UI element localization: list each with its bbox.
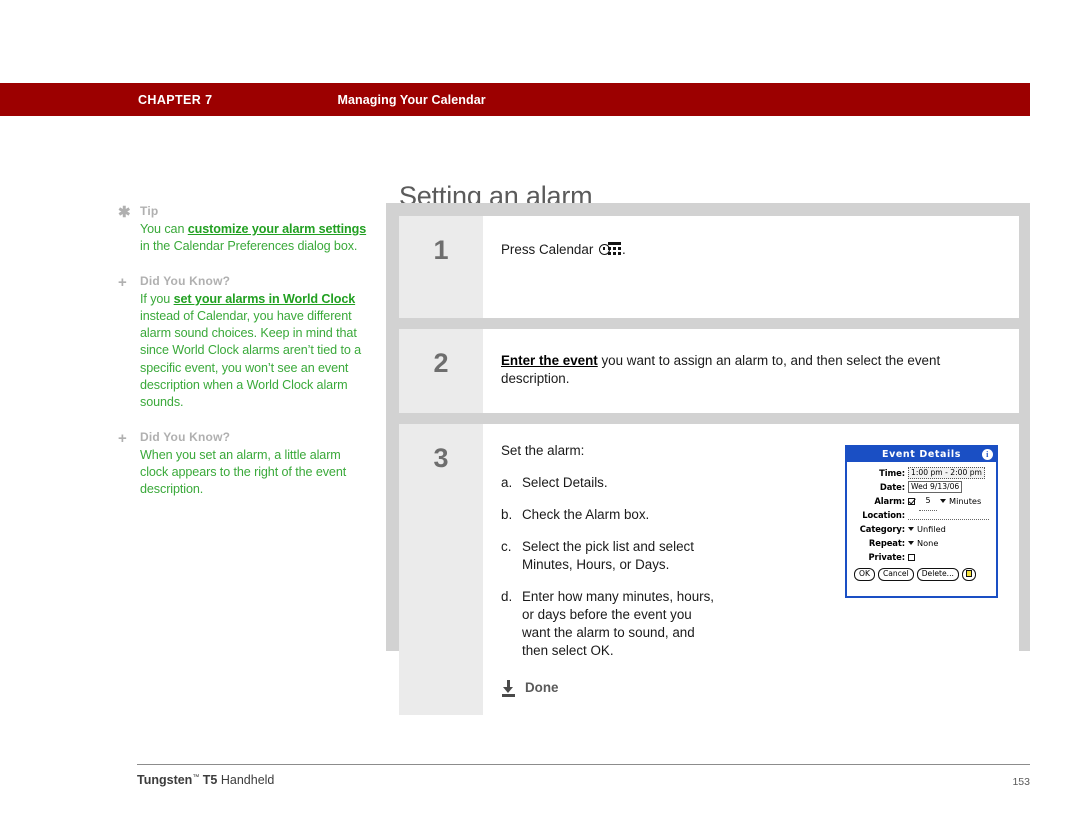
- chevron-down-icon[interactable]: [908, 527, 914, 531]
- page-number: 153: [1012, 776, 1030, 788]
- info-icon[interactable]: i: [982, 449, 993, 460]
- steps-panel: 1 Press Calendar . 2 Enter the event you…: [386, 203, 1030, 715]
- asterisk-icon: ✱: [118, 204, 131, 221]
- step-number: 2: [399, 329, 483, 413]
- step-text-trailing: .: [622, 242, 626, 257]
- tip-text-part: If you: [140, 291, 174, 306]
- footer-product: Tungsten™ T5 Handheld: [137, 773, 274, 787]
- location-field[interactable]: [908, 510, 989, 520]
- footer-product-suffix: Handheld: [217, 773, 275, 787]
- tip-text: You can customize your alarm settings in…: [140, 221, 370, 256]
- download-arrow-icon: [501, 679, 516, 697]
- alarm-checkbox[interactable]: [908, 497, 915, 505]
- footer-product-name: Tungsten: [137, 773, 193, 787]
- tip-text: If you set your alarms in World Clock in…: [140, 291, 370, 412]
- tip-block-2: + Did You Know? If you set your alarms i…: [118, 273, 370, 412]
- step-number: 1: [399, 216, 483, 318]
- sublist-label: a.: [501, 475, 513, 490]
- chapter-label: CHAPTER 7: [138, 92, 213, 107]
- sublist-text: Enter how many minutes, hours, or days b…: [522, 589, 715, 658]
- delete-button[interactable]: Delete...: [916, 568, 959, 581]
- tip-heading: Did You Know?: [140, 273, 231, 288]
- tip-text-part: in the Calendar Preferences dialog box.: [140, 239, 358, 254]
- cancel-button[interactable]: Cancel: [877, 568, 914, 581]
- alarm-unit-label[interactable]: Minutes: [949, 492, 981, 510]
- tip-heading: Tip: [140, 204, 159, 218]
- step-content: Press Calendar .: [483, 216, 1019, 318]
- sublist-text: Select the pick list and select Minutes,…: [522, 539, 694, 572]
- plus-icon: +: [118, 429, 127, 447]
- footer-divider: [137, 764, 1030, 765]
- tip-heading: Did You Know?: [140, 429, 231, 444]
- done-indicator: Done: [501, 679, 1001, 697]
- sublist-label: b.: [501, 507, 513, 522]
- dialog-title: Event Details: [882, 449, 961, 460]
- note-button[interactable]: [961, 568, 976, 581]
- step-row-1: 1 Press Calendar .: [399, 216, 1019, 318]
- step-text: Press Calendar: [501, 242, 598, 257]
- tip-text-part: instead of Calendar, you have different …: [140, 308, 362, 410]
- tip-text-part: You can: [140, 222, 188, 236]
- plus-icon: +: [118, 273, 127, 291]
- tip-link-customize-alarm-settings[interactable]: customize your alarm settings: [188, 222, 366, 236]
- list-item: d. Enter how many minutes, hours, or day…: [501, 588, 1001, 660]
- chapter-header-bar: CHAPTER 7 Managing Your Calendar: [0, 83, 1030, 116]
- note-icon: [965, 570, 972, 577]
- tip-block-1: ✱ Tip You can customize your alarm setti…: [118, 203, 370, 256]
- step-link-enter-the-event[interactable]: Enter the event: [501, 353, 598, 368]
- alarm-amount-field[interactable]: 5: [919, 492, 937, 511]
- chevron-down-icon[interactable]: [940, 499, 946, 503]
- repeat-value[interactable]: None: [917, 534, 938, 552]
- tip-link-set-alarms-world-clock[interactable]: set your alarms in World Clock: [174, 292, 356, 306]
- private-checkbox[interactable]: [908, 553, 915, 561]
- step-row-2: 2 Enter the event you want to assign an …: [399, 329, 1019, 413]
- step-number: 3: [399, 424, 483, 715]
- time-field[interactable]: 1:00 pm - 2:00 pm: [908, 467, 985, 479]
- dialog-body: Time: 1:00 pm - 2:00 pm Date: Wed 9/13/0…: [847, 462, 996, 581]
- chevron-down-icon[interactable]: [908, 541, 914, 545]
- dialog-title-bar: Event Details i: [847, 447, 996, 462]
- step-row-3: 3 Set the alarm: a. Select Details. b. C…: [399, 424, 1019, 715]
- sublist-label: c.: [501, 539, 512, 554]
- dialog-row-private: Private:: [850, 550, 992, 564]
- calendar-icon: [599, 242, 622, 257]
- step-content: Set the alarm: a. Select Details. b. Che…: [483, 424, 1019, 715]
- step-content: Enter the event you want to assign an al…: [483, 329, 1019, 413]
- field-label-private: Private:: [868, 552, 906, 562]
- dialog-button-row: OK Cancel Delete...: [850, 564, 992, 581]
- sublist-label: d.: [501, 589, 513, 604]
- footer-model: T5: [199, 773, 218, 787]
- tip-text: When you set an alarm, a little alarm cl…: [140, 447, 347, 497]
- tip-block-3: + Did You Know? When you set an alarm, a…: [118, 429, 370, 499]
- event-details-dialog[interactable]: Event Details i Time: 1:00 pm - 2:00 pm …: [845, 445, 998, 598]
- section-label: Managing Your Calendar: [337, 92, 486, 107]
- ok-button[interactable]: OK: [854, 568, 875, 581]
- done-label: Done: [525, 680, 559, 695]
- sidebar-tips: ✱ Tip You can customize your alarm setti…: [118, 203, 370, 516]
